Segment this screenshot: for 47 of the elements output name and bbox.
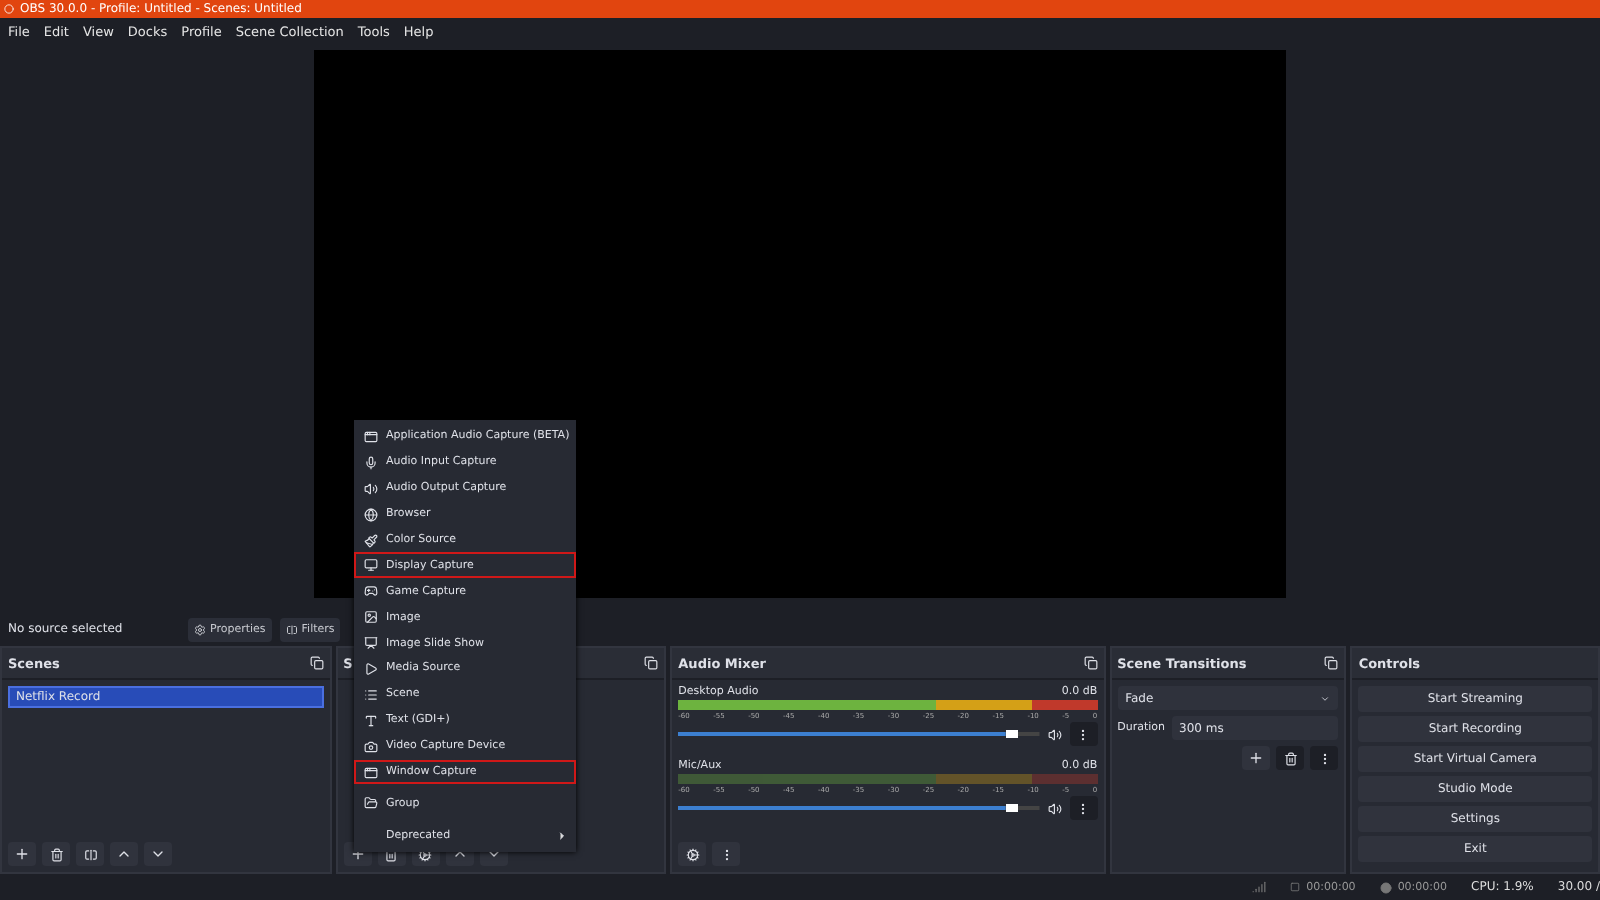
add-icon [1248,750,1265,766]
speaker-icon[interactable] [1047,801,1062,815]
move-up-icon [116,846,132,862]
move-down-button[interactable] [144,842,172,866]
window-icon [364,765,378,780]
filter-icon [83,847,97,861]
undock-icon[interactable] [1083,656,1098,670]
undock-icon[interactable] [309,656,324,670]
speaker-icon [364,481,378,496]
settings-icon [418,847,433,861]
brush-icon [364,533,378,547]
delete-button[interactable] [42,842,70,866]
image-icon [364,610,378,625]
list-icon [364,687,378,702]
settings-icon [685,847,700,861]
filter-button[interactable] [76,842,104,866]
add-button[interactable] [8,842,36,866]
add-icon [14,846,30,862]
speaker-icon[interactable] [1047,727,1062,741]
move-up-button[interactable] [110,842,138,866]
camera-icon [364,739,378,754]
folder-icon [364,796,378,811]
settings-button[interactable] [678,842,707,866]
filter-icon [285,623,298,635]
slideshow-icon [364,636,378,651]
undock-icon[interactable] [644,656,659,670]
delete-button[interactable] [1276,746,1305,770]
monitor-icon [364,558,378,573]
record-icon [1379,881,1392,893]
delete-icon [1283,751,1298,765]
signal-icon [1252,880,1267,894]
gear-icon [194,623,206,635]
text-icon [364,713,378,728]
globe-icon [364,507,378,522]
add-button[interactable] [1242,746,1271,770]
move-down-icon [150,846,166,862]
window-icon [364,429,378,444]
play-icon [364,661,378,676]
submenu-arrow-icon [556,829,568,842]
caret-icon [1320,693,1331,703]
undock-icon[interactable] [1324,656,1339,670]
add-icon [349,846,366,862]
gamepad-icon [364,584,378,599]
delete-icon [49,847,63,861]
microphone-icon [364,455,378,470]
stream-icon [1290,882,1301,892]
app-icon [4,4,14,14]
